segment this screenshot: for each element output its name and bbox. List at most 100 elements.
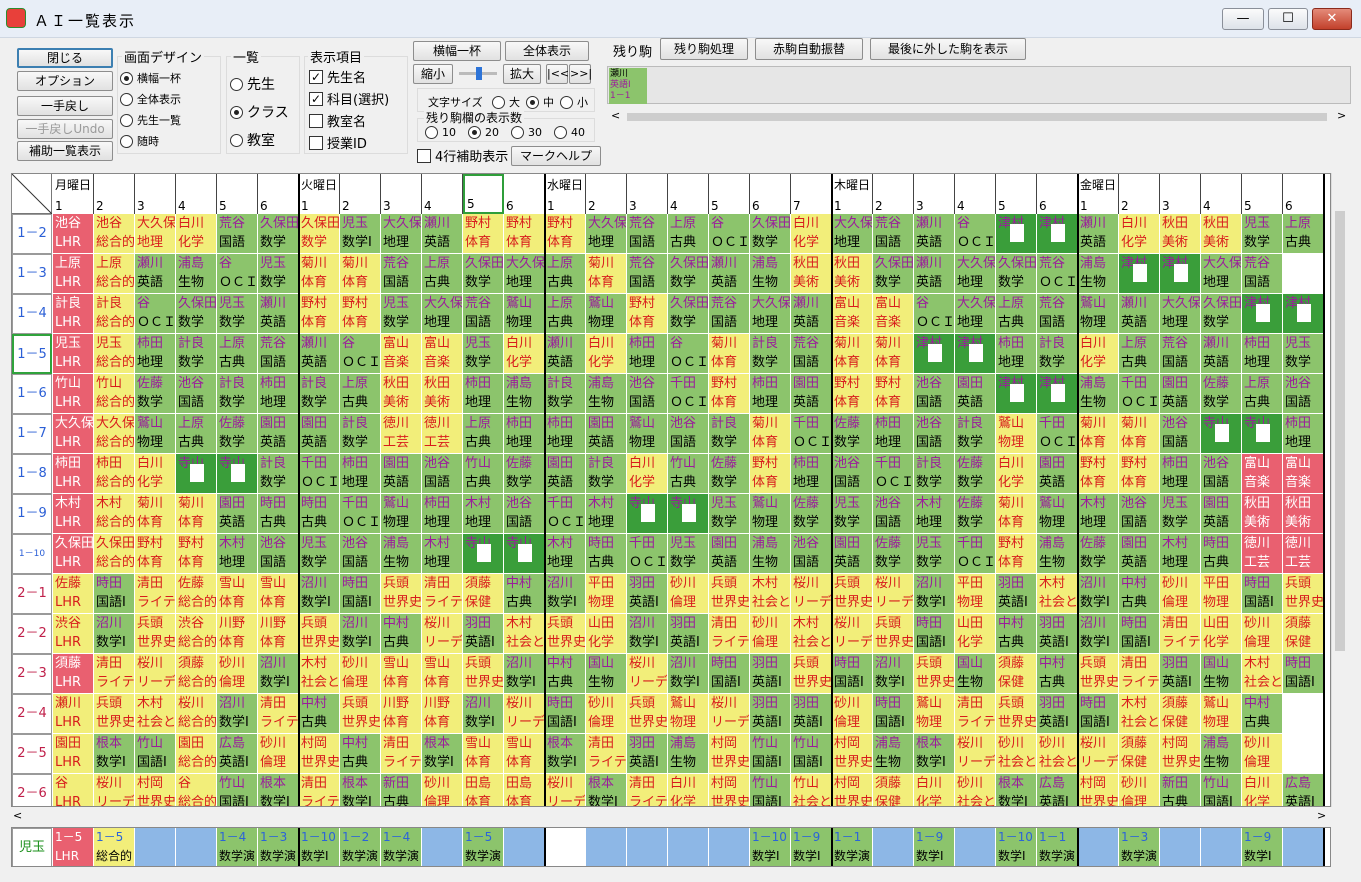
timetable-cell[interactable]: 鷲山 物理 [504, 294, 545, 334]
timetable-cell[interactable]: 沼川 数学I [217, 694, 258, 734]
timetable-cell[interactable]: 須藤 保健 [1119, 734, 1160, 774]
timetable-cell[interactable]: 池谷 国語 [668, 414, 709, 454]
timetable-cell[interactable]: 柿田 LHR [53, 454, 94, 494]
timetable-cell[interactable]: 兵頭 世界史 [709, 574, 750, 614]
row-label[interactable]: 1－8 [12, 454, 52, 494]
timetable-cell[interactable]: 菊川 体育 [135, 494, 176, 534]
timetable-cell[interactable]: 野村 体育 [135, 534, 176, 574]
timetable-cell[interactable]: 雪山 体育 [258, 574, 299, 614]
timetable-cell[interactable]: 木村 地理 [422, 534, 463, 574]
timetable-cell[interactable]: 須藤 保健 [463, 574, 504, 614]
timetable-cell[interactable]: 沼川 数学I [504, 654, 545, 694]
fit-all-button[interactable]: 全体表示 [505, 41, 589, 61]
timetable-cell[interactable]: 徳川 工芸 [1283, 534, 1324, 574]
timetable-cell[interactable]: 佐藤 数学 [832, 414, 873, 454]
timetable-cell[interactable]: 沼川 数学I [1078, 614, 1119, 654]
timetable-cell[interactable]: 木村 地理 [914, 494, 955, 534]
remain-rows-option[interactable]: 20 [468, 126, 499, 139]
period-header[interactable]: 3 [1160, 174, 1201, 214]
timetable-cell[interactable]: 計良 総合的 [94, 294, 135, 334]
font-size-option[interactable]: 中 [526, 94, 554, 110]
timetable-cell[interactable]: 兵頭 世界史 [135, 614, 176, 654]
font-size-option[interactable]: 大 [492, 94, 520, 110]
timetable-cell[interactable]: 富山 音楽 [873, 294, 914, 334]
timetable-cell[interactable]: 羽田 英語I [1037, 614, 1078, 654]
show-last-removed-button[interactable]: 最後に外した駒を表示 [870, 38, 1026, 60]
timetable-cell[interactable]: 浦島 生物 [668, 734, 709, 774]
timetable-cell[interactable]: 根本 数学I [586, 774, 627, 806]
timetable-cell[interactable]: 桜川リーディ [873, 574, 914, 614]
period-header[interactable]: 6 [750, 174, 791, 214]
timetable-cell[interactable]: 佐藤 LHR [53, 574, 94, 614]
teacher-slot[interactable] [1160, 828, 1201, 866]
period-header[interactable]: 火曜日 1 [299, 174, 340, 214]
timetable-cell[interactable]: 竹山 国語I [217, 774, 258, 806]
timetable-cell[interactable]: 大久保 地理 [504, 254, 545, 294]
timetable-cell[interactable]: 兵頭 世界史 [996, 694, 1037, 734]
timetable-cell[interactable]: 白川 化学 [668, 774, 709, 806]
teacher-slot[interactable]: 1－5 LHR [53, 828, 94, 866]
screen-design-option[interactable]: 先生一覧 [120, 112, 181, 128]
zoom-slider[interactable] [459, 67, 497, 80]
timetable-cell[interactable]: 木村 社会と [750, 574, 791, 614]
timetable-cell[interactable]: 佐藤 数学 [873, 534, 914, 574]
timetable-cell[interactable]: 野村 体育 [627, 294, 668, 334]
timetable-cell[interactable]: 富山 音楽 [1242, 454, 1283, 494]
timetable-cell[interactable]: 荒谷 国語 [791, 334, 832, 374]
timetable-cell[interactable]: 沼川 数学I [1078, 574, 1119, 614]
timetable-cell[interactable]: 野村 体育 [1078, 454, 1119, 494]
timetable-cell[interactable]: 津村 [996, 374, 1037, 414]
timetable-cell[interactable]: 上原 古典 [545, 254, 586, 294]
timetable-cell[interactable]: 白川 化学 [791, 214, 832, 254]
timetable-cell[interactable]: 大久保 地理 [135, 214, 176, 254]
timetable-cell[interactable]: 菊川 体育 [1078, 414, 1119, 454]
row-label[interactable]: 1－3 [12, 254, 52, 294]
timetable-cell[interactable]: 羽田 英語I [668, 614, 709, 654]
timetable-cell[interactable]: 池谷 国語 [914, 374, 955, 414]
timetable-cell[interactable]: 計良 数学 [545, 374, 586, 414]
timetable-cell[interactable]: 浦島 生物 [1078, 374, 1119, 414]
timetable-cell[interactable]: 寺山 [176, 454, 217, 494]
timetable-cell[interactable]: 池谷 国語 [873, 494, 914, 534]
timetable-cell[interactable]: 谷総合的 [176, 774, 217, 806]
teacher-slot[interactable]: 1－3 数学演 [258, 828, 299, 866]
timetable-cell[interactable]: 村岡 世界史 [299, 734, 340, 774]
timetable-cell[interactable]: 村岡 世界史 [709, 774, 750, 806]
timetable-cell[interactable]: 須藤 LHR [53, 654, 94, 694]
timetable-cell[interactable]: 白川 化学 [996, 454, 1037, 494]
row-label[interactable]: 2－4 [12, 694, 52, 734]
timetable-cell[interactable]: 園田 英語 [545, 454, 586, 494]
timetable-cell[interactable]: 白川 化学 [504, 334, 545, 374]
timetable-cell[interactable]: 津村 [1037, 214, 1078, 254]
timetable-cell[interactable]: 荒谷 国語 [258, 334, 299, 374]
timetable-cell[interactable]: 清田ライティ [381, 734, 422, 774]
timetable-cell[interactable]: 時田 古典 [586, 534, 627, 574]
timetable-cell[interactable]: 渋谷 LHR [53, 614, 94, 654]
timetable-cell[interactable]: 上原 古典 [217, 334, 258, 374]
timetable-cell[interactable]: 千田 ＯＣＩ [955, 534, 996, 574]
timetable-cell[interactable]: 津村 [1037, 374, 1078, 414]
timetable-cell[interactable]: 柿田 地理 [504, 414, 545, 454]
timetable-cell[interactable]: 大久保 地理 [586, 214, 627, 254]
timetable-cell[interactable]: 上原 古典 [668, 214, 709, 254]
timetable-cell[interactable]: 羽田 英語I [996, 574, 1037, 614]
timetable-cell[interactable]: 寺山 [217, 454, 258, 494]
teacher-slot[interactable] [1283, 828, 1324, 866]
timetable-cell[interactable]: 園田 英語 [832, 534, 873, 574]
period-header[interactable]: 木曜日 1 [832, 174, 873, 214]
timetable-cell[interactable]: 砂川 倫理 [750, 614, 791, 654]
timetable-cell[interactable]: 兵頭 世界史 [381, 574, 422, 614]
period-header[interactable]: 4 [422, 174, 463, 214]
timetable-cell[interactable]: 津村 [955, 334, 996, 374]
timetable-cell[interactable]: 川野 体育 [381, 694, 422, 734]
prev-page-button[interactable]: |<< [546, 64, 569, 84]
grid-scroll-right-icon[interactable]: > [1317, 809, 1326, 822]
teacher-slot[interactable]: 1－9 数学I [791, 828, 832, 866]
teacher-slot[interactable] [955, 828, 996, 866]
timetable-cell[interactable]: 砂川 倫理 [668, 574, 709, 614]
timetable-cell[interactable]: 徳川 工芸 [381, 414, 422, 454]
timetable-cell[interactable]: 野村 体育 [996, 534, 1037, 574]
timetable-cell[interactable]: 谷 LHR [53, 774, 94, 806]
timetable-cell[interactable]: 菊川 体育 [299, 254, 340, 294]
timetable-cell[interactable]: 久保田 LHR [53, 534, 94, 574]
